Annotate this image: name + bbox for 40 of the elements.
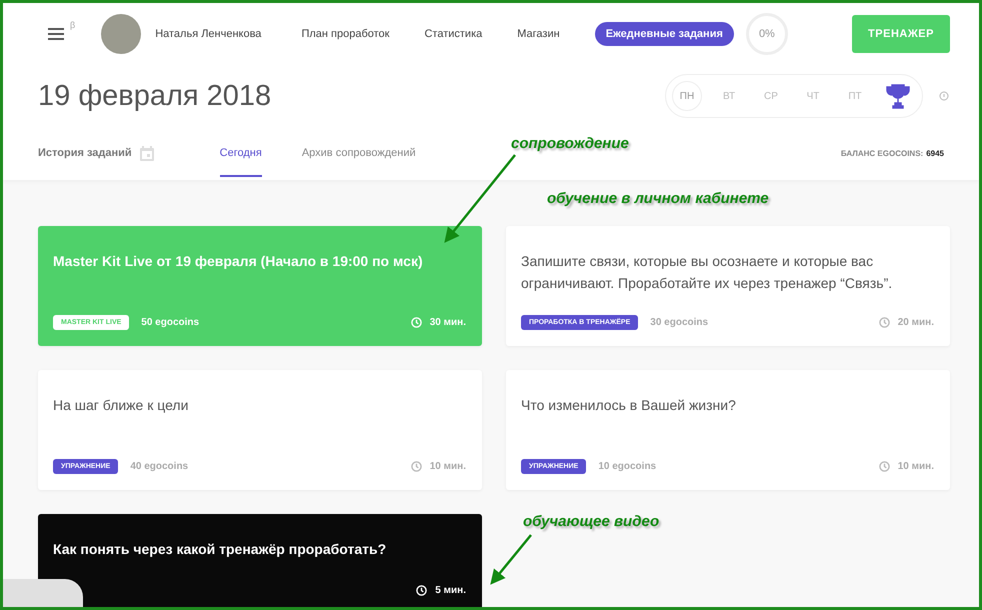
clock-icon	[410, 461, 422, 472]
avatar[interactable]	[101, 14, 142, 54]
coins-amount: 10 egocoins	[598, 461, 656, 472]
tab[interactable]: Сегодня	[220, 130, 262, 176]
trophy-icon	[886, 83, 910, 109]
coins-amount: 30 egocoins	[650, 317, 708, 328]
duration: 10 мин.	[430, 461, 466, 472]
task-title: Как понять через какой тренажёр проработать?	[53, 540, 386, 559]
task-title: Что изменилось в Вашей жизни?	[521, 396, 737, 415]
user-name[interactable]: Наталья Ленченкова	[155, 28, 262, 40]
clock-icon	[878, 317, 890, 328]
duration: 20 мин.	[898, 317, 934, 328]
annotation-text: обучающее видео	[523, 513, 660, 530]
date-title: 19 февраля 2018	[38, 80, 272, 112]
balance-value: 6945	[926, 149, 944, 158]
task-title: На шаг ближе к цели	[53, 396, 190, 415]
nav-link[interactable]: План проработок	[301, 22, 390, 46]
nav-link[interactable]: Статистика	[424, 22, 482, 46]
nav-link[interactable]: Магазин	[517, 22, 560, 46]
balance-label: БАЛАНС EGOCOINS:	[840, 149, 924, 158]
clock-icon	[878, 461, 890, 472]
progress-circle: 0%	[746, 13, 788, 55]
task-title: Master Kit Live от 19 февраля (Начало в 19:00 по мск)	[53, 252, 424, 271]
annotation-text: сопровождение	[511, 135, 629, 152]
menu-icon[interactable]	[48, 28, 64, 40]
video-card[interactable]: Как понять через какой тренажёр проработать? 5 мин.	[38, 514, 482, 607]
clock-icon	[416, 585, 428, 596]
duration: 30 мин.	[430, 317, 466, 328]
tab[interactable]: Архив сопровождений	[302, 130, 416, 176]
duration: 5 мин.	[435, 585, 466, 596]
nav-link[interactable]: Ежедневные задания	[594, 22, 734, 46]
clock-icon	[410, 317, 422, 328]
beta-mark: β	[70, 20, 76, 30]
info-icon[interactable]	[939, 91, 949, 101]
annotation-text: обучение в личном кабинете	[547, 190, 769, 207]
coins-amount: 40 egocoins	[130, 461, 188, 472]
history-link[interactable]: История заданий	[38, 130, 132, 176]
task-title: Запишите связи, которые вы осознаете и которые вас ограничивают. Проработайте их через тренажер “Связь”.	[521, 252, 894, 293]
coins-amount: 50 egocoins	[141, 317, 200, 328]
duration: 10 мин.	[898, 461, 934, 472]
